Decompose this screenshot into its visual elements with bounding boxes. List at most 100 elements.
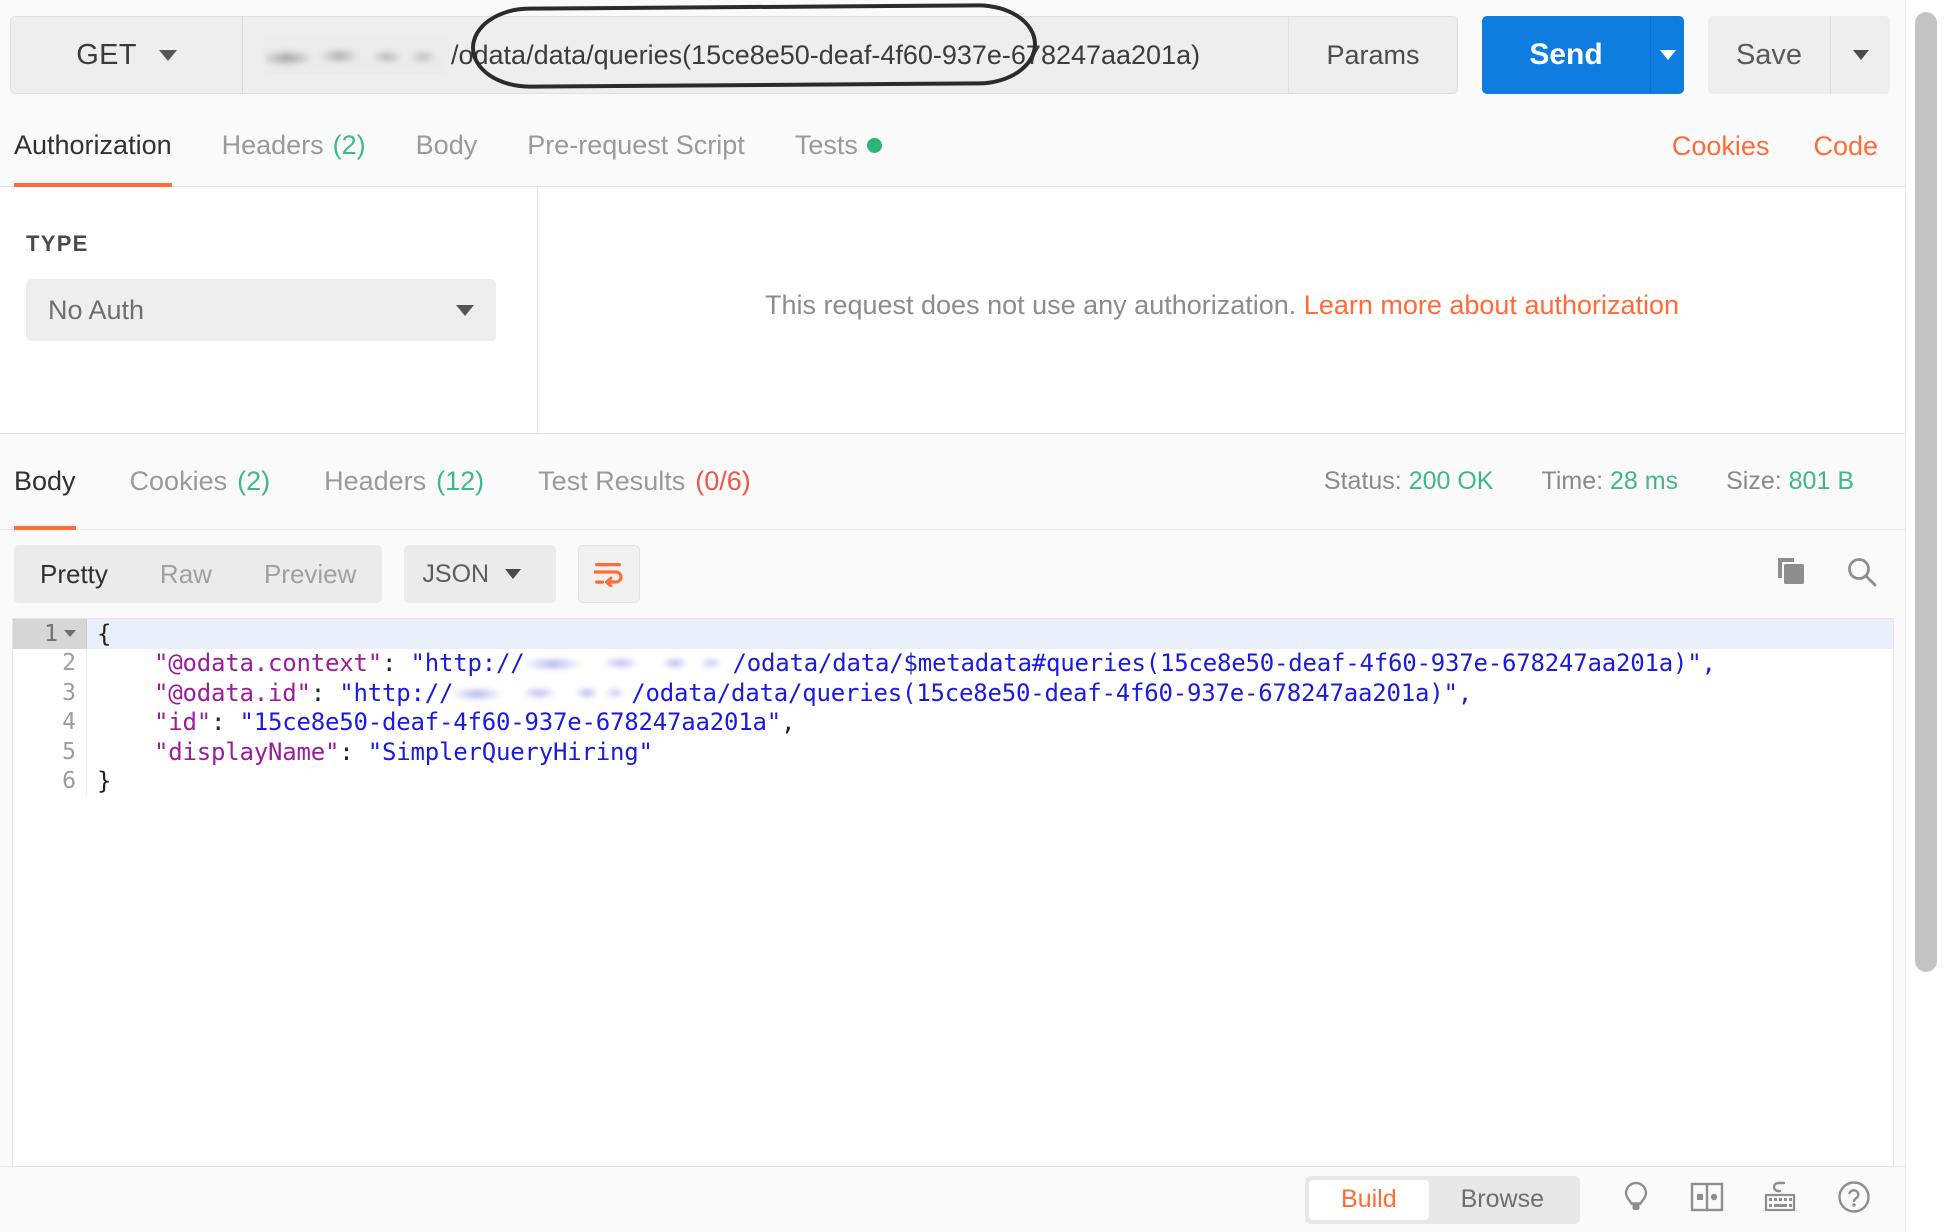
copy-button[interactable] — [1774, 555, 1810, 594]
code-line: 6 } — [13, 766, 1893, 796]
redacted-host-icon — [453, 680, 632, 705]
build-browse-toggle: Build Browse — [1305, 1175, 1580, 1224]
learn-more-link[interactable]: Learn more about authorization — [1304, 290, 1679, 320]
code-brace-open: { — [97, 619, 112, 648]
tab-label: Cookies — [129, 466, 228, 496]
line-number-gutter[interactable]: 5 — [13, 737, 87, 767]
line-number-gutter[interactable]: 3 — [13, 678, 87, 708]
tab-count: (2) — [332, 129, 366, 160]
layout-toggle-button[interactable] — [1690, 1181, 1724, 1218]
save-button[interactable]: Save — [1708, 16, 1830, 94]
save-options-button[interactable] — [1830, 16, 1890, 94]
view-raw-button[interactable]: Raw — [134, 545, 238, 603]
bulb-button[interactable] — [1620, 1180, 1652, 1219]
auth-type-select[interactable]: No Auth — [26, 279, 496, 341]
tab-pre-request-script[interactable]: Pre-request Script — [527, 110, 745, 187]
json-key: "displayName" — [154, 737, 340, 766]
http-method-selector[interactable]: GET — [10, 16, 242, 94]
code-link[interactable]: Code — [1813, 131, 1878, 162]
build-mode-button[interactable]: Build — [1309, 1179, 1429, 1220]
url-path-segment: /odata/data/ — [451, 39, 594, 70]
line-number: 3 — [62, 679, 76, 706]
tab-tests[interactable]: Tests — [795, 110, 882, 187]
auth-message: This request does not use any authorizat… — [765, 290, 1679, 321]
code-line: 2 "@odata.context": "http:// /odata/data/… — [13, 648, 1893, 678]
word-wrap-button[interactable] — [578, 545, 641, 603]
auth-message-text: This request does not use any authorizat… — [764, 289, 1297, 320]
code-brace-close: } — [97, 767, 112, 796]
code-line: 3 "@odata.id": "http:// /odata/data/queri… — [13, 678, 1893, 708]
auth-type-label: TYPE — [26, 231, 89, 256]
search-button[interactable] — [1844, 554, 1880, 595]
response-tab-headers[interactable]: Headers (12) — [324, 434, 484, 530]
json-value: "SimplerQueryHiring" — [367, 737, 653, 766]
url-input[interactable]: /odata/data/queries(15ce8e50-deaf-4f60-9… — [242, 3, 1288, 94]
response-tab-cookies[interactable]: Cookies (2) — [130, 434, 271, 530]
view-preview-button[interactable]: Preview — [238, 545, 382, 603]
time-label: Time: — [1541, 467, 1604, 495]
keyboard-shortcuts-button[interactable] — [1762, 1180, 1798, 1219]
tab-count: (12) — [436, 466, 485, 496]
response-tab-test-results[interactable]: Test Results (0/6) — [538, 434, 751, 530]
view-pretty-button[interactable]: Pretty — [14, 545, 134, 603]
code-line: 5 "displayName": "SimplerQueryHiring" — [13, 737, 1893, 767]
line-number-gutter[interactable]: 2 — [13, 648, 87, 678]
time-metric: Time: 28 ms — [1541, 467, 1678, 496]
body-toolbar-actions — [1774, 554, 1880, 595]
tab-label: Body — [415, 129, 478, 160]
chevron-down-icon — [1659, 50, 1676, 60]
tab-label: Pre-request Script — [527, 129, 745, 160]
send-button-group: Send — [1482, 16, 1684, 94]
help-icon — [1838, 1181, 1870, 1213]
cookies-link[interactable]: Cookies — [1672, 131, 1770, 162]
body-format-value: JSON — [422, 559, 490, 588]
tab-body[interactable]: Body — [416, 110, 478, 187]
body-view-switcher: Pretty Raw Preview — [14, 545, 383, 603]
send-options-button[interactable] — [1650, 16, 1684, 94]
json-string-suffix: /odata/data/$metadata#queries(15ce8e50-d… — [732, 649, 1716, 678]
help-button[interactable] — [1836, 1179, 1872, 1220]
json-value: "15ce8e50-deaf-4f60-937e-678247aa201a" — [239, 708, 782, 737]
save-button-group: Save — [1708, 16, 1890, 94]
json-key: "@odata.context" — [154, 649, 382, 678]
line-number-gutter[interactable]: 6 — [13, 766, 87, 796]
code-text: "displayName": "SimplerQueryHiring" — [87, 738, 653, 766]
json-colon: : — [310, 678, 340, 707]
browse-mode-button[interactable]: Browse — [1429, 1180, 1576, 1220]
authorization-panel: TYPE No Auth This request does not use a… — [0, 187, 1906, 434]
fold-arrow-icon[interactable] — [64, 630, 76, 638]
scrollbar-thumb[interactable] — [1915, 12, 1937, 972]
line-number: 4 — [62, 709, 76, 736]
size-label: Size: — [1726, 467, 1782, 495]
json-key: "id" — [154, 708, 211, 737]
two-pane-layout-icon — [1690, 1182, 1724, 1212]
save-label: Save — [1735, 38, 1803, 71]
build-label: Build — [1341, 1185, 1397, 1213]
line-number-gutter[interactable]: 1 — [13, 619, 87, 649]
response-body-editor[interactable]: 1 { 2 "@odata.context": "http:// /odata/d… — [12, 618, 1894, 1166]
status-bar: Build Browse — [0, 1166, 1906, 1232]
response-tab-body[interactable]: Body — [14, 434, 76, 530]
http-method-label: GET — [76, 38, 137, 71]
auth-type-column: TYPE No Auth — [0, 187, 538, 433]
code-text: "id": "15ce8e50-deaf-4f60-937e-678247aa2… — [87, 708, 795, 736]
params-button[interactable]: Params — [1288, 16, 1458, 94]
status-bar-icons — [1620, 1179, 1872, 1220]
body-format-select[interactable]: JSON — [404, 545, 557, 603]
line-number: 6 — [62, 768, 76, 795]
copy-icon — [1778, 557, 1804, 584]
response-body-toolbar: Pretty Raw Preview JSON — [0, 530, 1906, 618]
line-number-gutter[interactable]: 4 — [13, 707, 87, 737]
vertical-scrollbar[interactable] — [1906, 0, 1946, 1232]
postman-window: GET /odata/data/queries(15ce8e50-deaf-4f… — [0, 0, 1946, 1232]
json-string-prefix: "http:// — [339, 678, 454, 707]
send-button[interactable]: Send — [1482, 16, 1650, 94]
json-colon: : — [211, 708, 240, 737]
tab-headers[interactable]: Headers (2) — [222, 110, 366, 187]
view-label: Raw — [159, 558, 212, 589]
tab-authorization[interactable]: Authorization — [14, 110, 172, 187]
tab-label: Test Results — [538, 466, 686, 496]
tab-label: Body — [14, 466, 76, 496]
tab-count: (0/6) — [695, 466, 751, 496]
json-key: "@odata.id" — [154, 678, 311, 707]
